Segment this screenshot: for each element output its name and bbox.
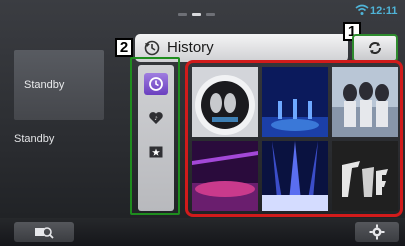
gear-icon — [369, 224, 385, 240]
search-icon — [35, 227, 54, 239]
starred-list-button[interactable] — [144, 141, 168, 163]
favorites-list-button[interactable]: ♪ — [144, 107, 168, 129]
svg-text:♪: ♪ — [154, 116, 157, 122]
history-screen: 12:11 Standby Standby History 2 1 ♪ — [0, 0, 405, 246]
wifi-icon — [355, 4, 369, 15]
page-dot-active — [192, 13, 201, 16]
page-title: History — [167, 39, 214, 56]
clock: 12:11 — [370, 5, 398, 17]
history-list-button[interactable] — [144, 73, 168, 95]
page-indicator — [178, 13, 215, 16]
refresh-button[interactable] — [352, 34, 398, 62]
source-name: Standby — [14, 133, 55, 145]
callout-label-2: 2 — [115, 38, 133, 57]
album-grid-highlight — [185, 60, 403, 217]
refresh-icon — [369, 42, 381, 54]
settings-button[interactable] — [355, 222, 399, 242]
history-icon — [144, 40, 160, 56]
search-button[interactable] — [14, 222, 74, 242]
star-icon — [149, 146, 163, 158]
list-type-panel: ♪ — [138, 65, 174, 211]
source-tile-label: Standby — [24, 79, 65, 91]
page-dot — [178, 13, 187, 16]
page-dot — [206, 13, 215, 16]
history-clock-icon — [149, 77, 163, 91]
heart-icon: ♪ — [149, 112, 163, 124]
